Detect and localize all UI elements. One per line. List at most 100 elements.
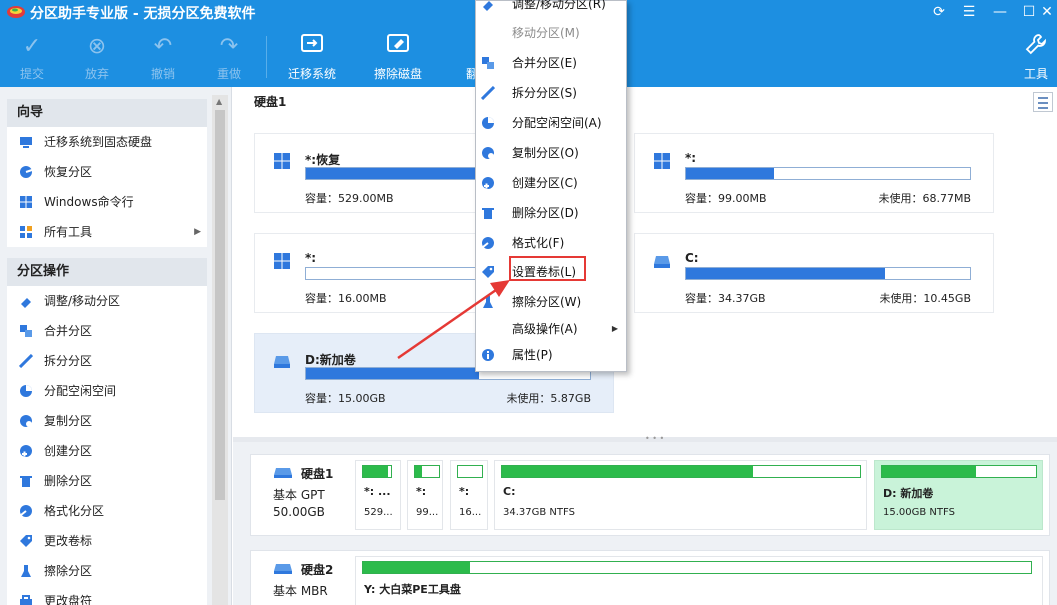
split-icon — [481, 86, 495, 100]
view-toggle-button[interactable] — [1033, 92, 1053, 112]
map-partition-d[interactable]: D: 新加卷 15.00GB NTFS — [874, 460, 1043, 530]
map-usage-bar — [881, 465, 1037, 478]
grid-icon — [20, 226, 32, 238]
map-partition-y[interactable]: Y: 大白菜PE工具盘 — [355, 556, 1043, 605]
minimize-button[interactable]: — — [988, 2, 1012, 22]
check-icon: ✓ — [22, 34, 42, 59]
scrollbar-thumb[interactable] — [215, 110, 225, 500]
map-partition-efi[interactable]: *: 99... — [407, 460, 443, 530]
disk-map-row-2: 硬盘2 基本 MBR Y: 大白菜PE工具盘 — [250, 550, 1050, 605]
menu-item-resize-move[interactable]: 调整/移动分区(R) — [476, 0, 626, 17]
copy-icon — [482, 147, 494, 159]
submenu-arrow-icon: ▶ — [194, 227, 201, 237]
migrate-os-button[interactable]: 迁移系统 — [282, 32, 342, 84]
sidebar-item-allocate[interactable]: 分配空闲空间 — [7, 376, 207, 406]
wrench-icon — [1020, 32, 1052, 62]
label-icon — [20, 535, 32, 547]
menu-item-split[interactable]: 拆分分区(S) — [476, 80, 626, 106]
menu-item-properties[interactable]: 属性(P) — [476, 342, 626, 368]
disk-map-area: 硬盘1 基本 GPT 50.00GB *: ... 529... *: 99..… — [233, 442, 1057, 605]
menu-item-delete[interactable]: 删除分区(D) — [476, 200, 626, 226]
sidebar: 向导 迁移系统到固态硬盘 恢复分区 Windows命令行 所有工具 ▶ 分区操作… — [0, 87, 232, 605]
wipe-disk-button[interactable]: 擦除磁盘 — [368, 32, 428, 84]
sidebar-item-resize-move[interactable]: 调整/移动分区 — [7, 286, 207, 316]
resize-icon — [21, 298, 31, 308]
close-button[interactable]: ✕ — [1035, 2, 1057, 22]
disk-info[interactable]: 硬盘2 基本 MBR — [251, 551, 351, 605]
menu-item-wipe[interactable]: 擦除分区(W) — [476, 289, 626, 315]
sidebar-scrollbar[interactable]: ▲ — [212, 95, 228, 605]
sidebar-item-all-tools[interactable]: 所有工具 ▶ — [7, 217, 207, 247]
sidebar-item-recover-partition[interactable]: 恢复分区 — [7, 157, 207, 187]
menu-item-create[interactable]: 创建分区(C) — [476, 170, 626, 196]
menu-item-format[interactable]: 格式化(F) — [476, 230, 626, 256]
sidebar-item-migrate-ssd[interactable]: 迁移系统到固态硬盘 — [7, 127, 207, 157]
resize-icon — [483, 1, 493, 11]
menu-icon[interactable]: ☰ — [957, 2, 981, 22]
label-icon — [482, 266, 494, 278]
partial-toolbar-button[interactable]: . 翻 — [446, 32, 476, 84]
menu-item-merge[interactable]: 合并分区(E) — [476, 50, 626, 76]
main-pane: 硬盘1 *:恢复 容量：529.00MB *: 容量：99.00MB 未使用：6… — [233, 87, 1057, 605]
disk-icon — [274, 564, 292, 574]
discard-button[interactable]: ⊗ 放弃 — [67, 32, 127, 84]
cancel-circle-icon: ⊗ — [87, 34, 107, 59]
undo-button[interactable]: ↶ 撤销 — [133, 32, 193, 84]
menu-item-copy[interactable]: 复制分区(O) — [476, 140, 626, 166]
windows-icon — [20, 196, 32, 208]
sidebar-item-merge[interactable]: 合并分区 — [7, 316, 207, 346]
drive-icon — [654, 256, 670, 268]
menu-item-move[interactable]: 移动分区(M) — [476, 20, 626, 46]
sidebar-item-change-letter[interactable]: 更改盘符 — [7, 586, 207, 605]
sidebar-item-split[interactable]: 拆分分区 — [7, 346, 207, 376]
tools-button[interactable]: 工具 — [1014, 32, 1057, 84]
windows-icon — [654, 153, 670, 169]
allocate-icon — [20, 385, 32, 397]
commit-button[interactable]: ✓ 提交 — [2, 32, 62, 84]
partition-card-c[interactable]: C: 容量：34.37GB 未使用：10.45GB — [634, 233, 994, 313]
merge-icon — [20, 325, 32, 337]
sidebar-item-format[interactable]: 格式化分区 — [7, 496, 207, 526]
wipe-disk-icon — [382, 32, 414, 62]
disk-map-row-1: 硬盘1 基本 GPT 50.00GB *: ... 529... *: 99..… — [250, 454, 1050, 536]
map-partition-c[interactable]: C: 34.37GB NTFS — [494, 460, 867, 530]
drive-icon — [274, 356, 290, 368]
redo-button[interactable]: ↷ 重做 — [199, 32, 259, 84]
windows-icon — [274, 253, 290, 269]
scroll-up-icon[interactable]: ▲ — [216, 97, 222, 106]
sidebar-item-create[interactable]: 创建分区 — [7, 436, 207, 466]
migrate-icon — [20, 137, 32, 148]
info-icon — [482, 349, 494, 361]
recover-icon — [20, 166, 33, 178]
submenu-arrow-icon: ▶ — [611, 324, 618, 333]
sidebar-item-copy[interactable]: 复制分区 — [7, 406, 207, 436]
map-partition-msr[interactable]: *: 16... — [450, 460, 488, 530]
refresh-icon[interactable]: ⟳ — [927, 2, 951, 22]
disk-info[interactable]: 硬盘1 基本 GPT 50.00GB — [251, 455, 351, 535]
app-logo-icon — [7, 6, 25, 18]
wipe-icon — [483, 296, 493, 308]
merge-icon — [482, 57, 494, 69]
format-icon — [482, 237, 494, 249]
map-usage-bar — [362, 561, 1032, 574]
map-usage-bar — [414, 465, 440, 478]
partition-usage-bar — [685, 167, 971, 180]
map-partition-recovery[interactable]: *: ... 529... — [355, 460, 401, 530]
partition-usage-bar — [685, 267, 971, 280]
copy-icon — [20, 415, 32, 427]
letter-icon — [20, 595, 32, 605]
sidebar-item-windows-cmd[interactable]: Windows命令行 — [7, 187, 207, 217]
sidebar-item-delete[interactable]: 删除分区 — [7, 466, 207, 496]
redo-icon: ↷ — [219, 34, 239, 59]
sidebar-item-change-label[interactable]: 更改卷标 — [7, 526, 207, 556]
partition-ops-heading: 分区操作 — [7, 258, 207, 286]
partition-card-efi[interactable]: *: 容量：99.00MB 未使用：68.77MB — [634, 133, 994, 213]
undo-icon: ↶ — [153, 34, 173, 59]
map-usage-bar — [501, 465, 861, 478]
disk-icon — [274, 468, 292, 478]
migrate-os-icon — [296, 32, 328, 62]
menu-item-advanced[interactable]: 高级操作(A) ▶ — [476, 316, 626, 342]
map-usage-bar — [362, 465, 392, 478]
sidebar-item-wipe[interactable]: 擦除分区 — [7, 556, 207, 586]
menu-item-allocate[interactable]: 分配空闲空间(A) — [476, 110, 626, 136]
